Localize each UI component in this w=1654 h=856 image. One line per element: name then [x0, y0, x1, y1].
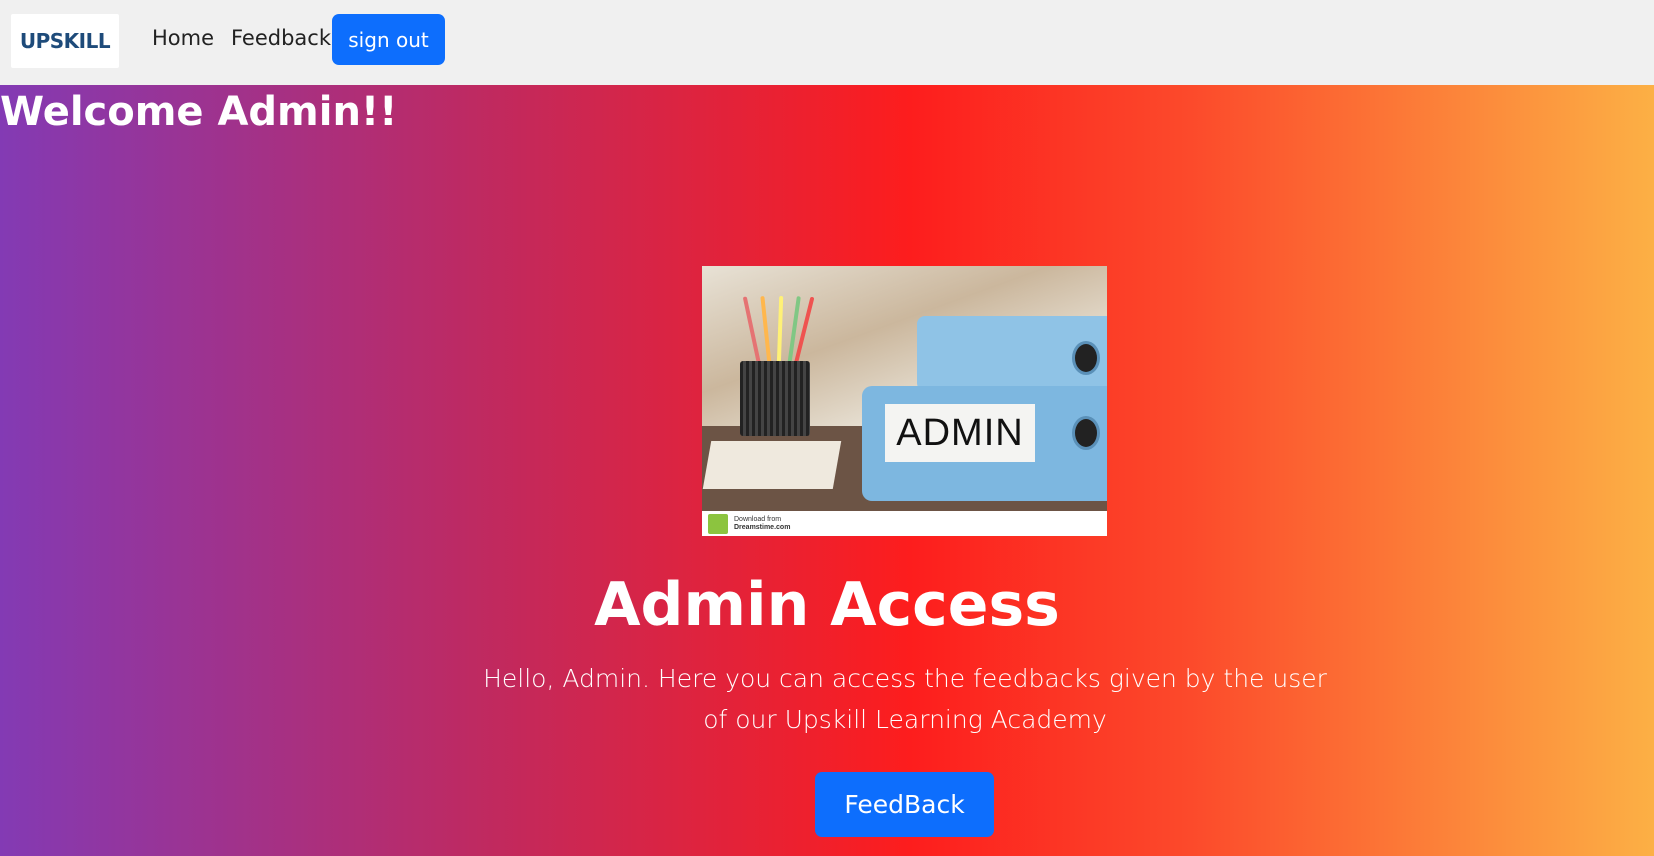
watermark-line-2: Dreamstime.com: [734, 523, 791, 531]
watermark-line-1: Download from: [734, 515, 782, 523]
logo-text: UPSKILL: [19, 29, 111, 53]
nav-link-home[interactable]: Home: [152, 26, 214, 50]
upskill-logo[interactable]: UPSKILL: [11, 14, 119, 68]
hero-section: Welcome Admin!! ADMIN Download from Drea…: [0, 85, 1654, 856]
page-title: Admin Access: [594, 570, 1060, 640]
binder-ring-icon: [1072, 341, 1100, 375]
binder-ring-icon: [1072, 416, 1100, 450]
notebook-shape: [702, 441, 842, 489]
top-navbar: UPSKILL Home Feedback sign out: [0, 0, 1654, 85]
admin-binders-image: ADMIN Download from Dreamstime.com: [702, 266, 1107, 536]
welcome-heading: Welcome Admin!!: [0, 89, 398, 135]
dreamstime-logo-icon: [708, 513, 728, 534]
watermark-text: Download from Dreamstime.com: [734, 516, 790, 532]
image-watermark-footer: Download from Dreamstime.com: [702, 511, 1107, 536]
nav-link-feedback[interactable]: Feedback: [231, 26, 331, 50]
sign-out-button[interactable]: sign out: [332, 14, 445, 65]
feedback-button[interactable]: FeedBack: [815, 772, 994, 837]
pencil-cup: [740, 361, 810, 436]
binder-label: ADMIN: [885, 404, 1035, 462]
page-description: Hello, Admin. Here you can access the fe…: [483, 664, 1327, 734]
